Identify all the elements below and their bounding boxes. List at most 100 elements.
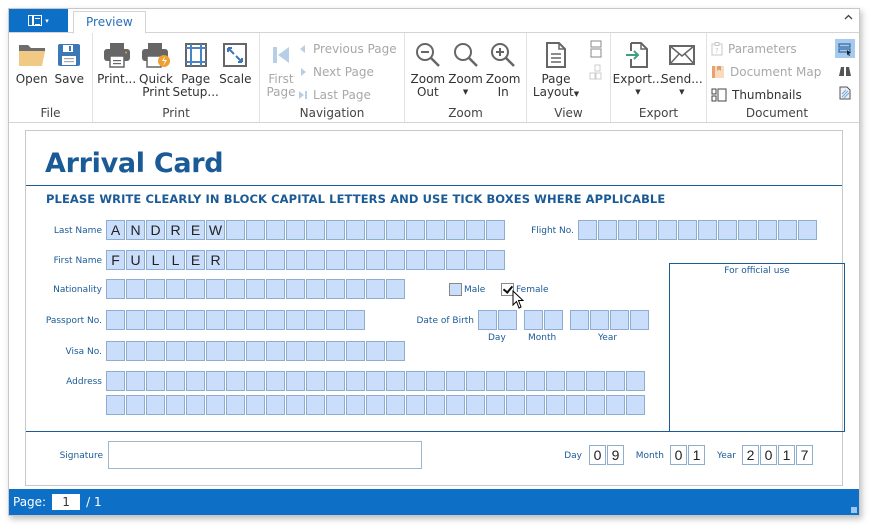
character-cell[interactable] [146,395,165,415]
character-cell[interactable] [246,220,265,240]
character-cell[interactable] [246,371,265,391]
character-cell[interactable] [566,371,585,391]
male-checkbox[interactable] [449,283,462,296]
address-line1-field[interactable] [106,371,646,391]
resize-grip[interactable] [851,507,857,513]
character-cell[interactable]: F [106,250,125,270]
signature-field[interactable] [108,441,422,469]
character-cell[interactable] [206,371,225,391]
character-cell[interactable] [578,220,597,240]
sign-month-field[interactable]: 01 [670,445,706,465]
character-cell[interactable] [306,310,325,330]
character-cell[interactable]: R [166,220,185,240]
character-cell[interactable]: 7 [796,445,813,465]
character-cell[interactable] [226,371,245,391]
character-cell[interactable] [446,371,465,391]
search-button[interactable] [835,61,855,80]
character-cell[interactable] [266,250,285,270]
flight-no-field[interactable] [578,220,818,240]
character-cell[interactable] [166,310,185,330]
character-cell[interactable] [590,310,609,330]
nationality-field[interactable] [106,279,406,299]
last-name-field[interactable]: ANDREW [106,220,506,240]
character-cell[interactable]: E [186,220,205,240]
character-cell[interactable] [426,371,445,391]
character-cell[interactable] [366,250,385,270]
character-cell[interactable] [186,395,205,415]
character-cell[interactable] [606,371,625,391]
character-cell[interactable] [246,341,265,361]
character-cell[interactable] [526,371,545,391]
character-cell[interactable] [506,371,525,391]
character-cell[interactable] [246,279,265,299]
character-cell[interactable] [106,371,125,391]
character-cell[interactable] [106,279,125,299]
character-cell[interactable] [426,250,445,270]
sign-year-field[interactable]: 2017 [742,445,814,465]
character-cell[interactable] [406,250,425,270]
character-cell[interactable] [406,371,425,391]
character-cell[interactable] [486,220,505,240]
character-cell[interactable] [226,279,245,299]
character-cell[interactable] [306,220,325,240]
character-cell[interactable] [126,371,145,391]
character-cell[interactable] [246,250,265,270]
character-cell[interactable] [346,395,365,415]
character-cell[interactable] [206,310,225,330]
character-cell[interactable] [630,310,649,330]
character-cell[interactable] [366,220,385,240]
character-cell[interactable] [106,341,125,361]
character-cell[interactable] [326,220,345,240]
character-cell[interactable] [266,371,285,391]
character-cell[interactable] [306,395,325,415]
character-cell[interactable] [466,250,485,270]
character-cell[interactable] [506,395,525,415]
character-cell[interactable] [446,395,465,415]
first-name-field[interactable]: FULLER [106,250,506,270]
character-cell[interactable]: A [106,220,125,240]
character-cell[interactable] [598,220,617,240]
character-cell[interactable] [306,279,325,299]
character-cell[interactable] [266,341,285,361]
character-cell[interactable]: 2 [742,445,759,465]
character-cell[interactable] [698,220,717,240]
character-cell[interactable] [678,220,697,240]
character-cell[interactable] [738,220,757,240]
character-cell[interactable] [306,250,325,270]
character-cell[interactable] [326,250,345,270]
character-cell[interactable] [446,220,465,240]
current-page-input[interactable] [52,494,81,510]
character-cell[interactable] [266,220,285,240]
character-cell[interactable] [718,220,737,240]
editing-fields-toggle[interactable] [835,39,856,58]
character-cell[interactable] [486,371,505,391]
character-cell[interactable] [186,310,205,330]
visa-no-field[interactable] [106,341,406,361]
character-cell[interactable]: 1 [778,445,795,465]
character-cell[interactable] [166,279,185,299]
character-cell[interactable] [226,395,245,415]
character-cell[interactable] [406,220,425,240]
character-cell[interactable] [206,341,225,361]
character-cell[interactable] [346,250,365,270]
character-cell[interactable] [466,220,485,240]
character-cell[interactable] [146,371,165,391]
character-cell[interactable] [146,341,165,361]
address-line2-field[interactable] [106,395,646,415]
character-cell[interactable] [186,279,205,299]
character-cell[interactable] [246,310,265,330]
character-cell[interactable] [778,220,797,240]
character-cell[interactable]: 0 [760,445,777,465]
character-cell[interactable] [266,279,285,299]
character-cell[interactable] [266,310,285,330]
character-cell[interactable] [306,341,325,361]
character-cell[interactable] [286,395,305,415]
character-cell[interactable] [226,250,245,270]
character-cell[interactable] [486,395,505,415]
character-cell[interactable] [526,395,545,415]
character-cell[interactable] [286,250,305,270]
character-cell[interactable] [366,371,385,391]
character-cell[interactable] [486,250,505,270]
character-cell[interactable]: 0 [589,445,606,465]
character-cell[interactable] [186,341,205,361]
